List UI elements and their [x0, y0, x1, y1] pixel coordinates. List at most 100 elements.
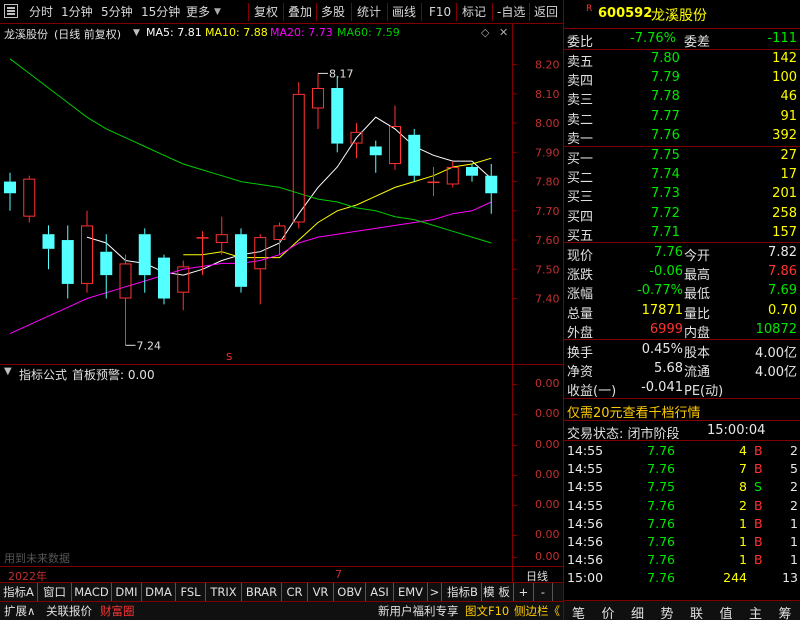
candle [61, 225, 74, 299]
high-annotation: 8.17 [329, 67, 354, 80]
tab-15min[interactable]: 15分钟 [141, 3, 180, 21]
stats-button[interactable]: 统计 [357, 3, 381, 21]
ask-row[interactable]: 卖四 7.79 100 [564, 69, 800, 89]
ask-price: 7.80 [651, 51, 680, 66]
bid-row[interactable]: 买二 7.74 17 [564, 166, 800, 186]
right-tab-0[interactable]: 笔 [564, 603, 593, 620]
stat-value: 10872 [755, 321, 797, 337]
chevron-down-icon[interactable]: ▼ [133, 28, 140, 38]
chevron-down-icon[interactable]: ▼ [214, 3, 221, 21]
indicator-panel[interactable]: ▼ 指标公式 首板预警: 0.00 用到未来数据 0.00 0.00 0.00 0.0… [0, 364, 563, 566]
f10-button[interactable]: F10 [429, 3, 451, 21]
indicator-tab-8[interactable]: CR [282, 583, 308, 601]
tick-time: 14:55 [567, 443, 604, 458]
indicator-tab-9[interactable]: VR [308, 583, 334, 601]
indicator-tab-4[interactable]: DMA [142, 583, 176, 601]
indicator-tab-1[interactable]: 窗口 [38, 583, 72, 601]
sub-y-tick-mark [512, 384, 517, 385]
indicator-tab-2[interactable]: MACD [72, 583, 112, 601]
indicator-tab-3[interactable]: DMI [112, 583, 142, 601]
draw-line-button[interactable]: 画线 [392, 3, 416, 21]
sidebar-toggle-button[interactable]: 侧边栏《 [514, 602, 560, 620]
indicator-tab-13[interactable]: > [428, 583, 442, 601]
right-tab-1[interactable]: 价 [594, 603, 623, 620]
right-tab-2[interactable]: 细 [623, 603, 652, 620]
stat-row: 现价 7.76 今开 7.82 [564, 244, 800, 264]
promo-link[interactable]: 新用户福利专享 [378, 602, 459, 620]
promo-row[interactable]: 仅需20元查看千档行情 [564, 401, 800, 421]
right-tab-4[interactable]: 联 [682, 603, 711, 620]
candle [273, 222, 286, 255]
right-tabs: 笔价细势联值主筹 [564, 600, 800, 620]
back-button[interactable]: 返回 [534, 3, 558, 21]
tab-intraday[interactable]: 分时 [29, 3, 53, 21]
candle-body [292, 93, 305, 223]
diamond-icon[interactable]: ◇ [481, 26, 489, 39]
tick-direction: B [754, 497, 763, 513]
indicator-tab-15[interactable]: 模 板 [480, 583, 514, 601]
fuquan-button[interactable]: 复权 [254, 3, 278, 21]
ask-row[interactable]: 卖二 7.77 91 [564, 108, 800, 128]
bid-row[interactable]: 买一 7.75 27 [564, 147, 800, 167]
indicator-tab-12[interactable]: EMV [394, 583, 428, 601]
indicator-tab-7[interactable]: BRAR [242, 583, 282, 601]
stat-value: 6999 [649, 321, 683, 337]
ask-row[interactable]: 卖五 7.80 142 [564, 50, 800, 70]
sub-y-tick-mark [512, 505, 517, 506]
right-tab-6[interactable]: 主 [741, 603, 770, 620]
indicator-tab-16[interactable]: + [514, 583, 534, 601]
candle [81, 210, 93, 293]
indicator-tab-17[interactable]: - [534, 583, 553, 601]
tab-5min[interactable]: 5分钟 [101, 3, 133, 21]
tab-1min[interactable]: 1分钟 [61, 3, 93, 21]
right-tab-5[interactable]: 值 [712, 603, 741, 620]
close-icon[interactable]: ✕ [499, 26, 508, 39]
bid-row[interactable]: 买四 7.72 258 [564, 205, 800, 225]
indicator-tab-0[interactable]: 指标A [0, 583, 38, 601]
indicator-tab-10[interactable]: OBV [334, 583, 366, 601]
candle-body [23, 178, 36, 217]
candlestick-chart[interactable]: 8.20 8.10 8.00 7.90 7.80 7.70 7.60 7.50 7.40 8.17… [0, 42, 563, 364]
chart-mode: (日线 前复权) [54, 28, 122, 41]
remove-watchlist-button[interactable]: -自选 [497, 3, 525, 21]
stat-row: 收益(一) -0.041 PE(动) [564, 379, 800, 400]
multi-stock-button[interactable]: 多股 [321, 3, 345, 21]
overlay-button[interactable]: 叠加 [288, 3, 312, 21]
ask-row[interactable]: 卖三 7.78 46 [564, 88, 800, 108]
chevron-down-icon[interactable]: ▼ [4, 366, 12, 377]
top-toolbar: 分时 1分钟 5分钟 15分钟 更多 ▼ 复权 叠加 多股 统计 画线 F10 … [0, 0, 563, 24]
stat-label: PE(动) [684, 384, 724, 400]
related-quote-button[interactable]: 关联报价 [46, 602, 92, 620]
right-tab-7[interactable]: 筹 [771, 603, 800, 620]
tab-more[interactable]: 更多 [186, 3, 210, 21]
menu-icon[interactable] [4, 4, 18, 18]
y-tick-label: 7.40 [535, 293, 560, 306]
ma20-label: MA20: 7.73 [270, 26, 333, 39]
candle-body [4, 181, 16, 194]
stat-label: 外盘 [567, 325, 594, 341]
bid-row[interactable]: 买三 7.73 201 [564, 185, 800, 205]
expand-button[interactable]: 扩展∧ [4, 602, 35, 620]
candle-body [119, 263, 132, 299]
tick-time: 14:55 [567, 461, 604, 477]
tick-price: 7.76 [647, 534, 675, 549]
right-tab-3[interactable]: 势 [653, 603, 682, 620]
wealth-circle-button[interactable]: 财富圈 [100, 602, 135, 620]
tick-list[interactable]: 14:55 7.76 4 B 2 14:55 7.76 7 B 5 14:55 7.75 8 S 2 14:5… [564, 440, 800, 600]
indicator-formula-label[interactable]: 指标公式 [19, 366, 67, 383]
tick-time: 14:56 [567, 534, 604, 549]
indicator-tab-6[interactable]: TRIX [206, 583, 242, 601]
stat-label: 净资 [567, 365, 594, 381]
bid-row[interactable]: 买五 7.71 157 [564, 224, 800, 244]
stat-label: 最低 [684, 287, 711, 303]
stat-row: 净资 5.68 流通 4.00亿 [564, 360, 800, 381]
f10-graphic-button[interactable]: 图文F10 [465, 602, 509, 620]
candle-body [427, 181, 440, 184]
indicator-tab-14[interactable]: 指标B [444, 583, 482, 601]
promo-text[interactable]: 仅需20元查看千档行情 [567, 402, 701, 421]
indicator-tab-11[interactable]: ASI [366, 583, 394, 601]
mark-button[interactable]: 标记 [462, 3, 486, 21]
watermark-text: 用到未来数据 [4, 552, 70, 565]
indicator-tab-5[interactable]: FSL [176, 583, 206, 601]
ask-row[interactable]: 卖一 7.76 392 [564, 127, 800, 147]
